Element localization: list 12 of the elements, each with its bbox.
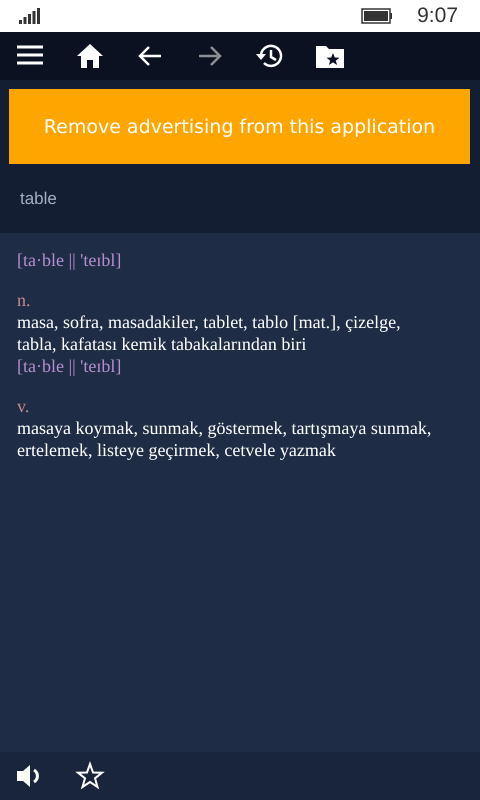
definition-text: masa, sofra, masadakiler, tablet, tablo [mat.], çizelge, tabla, kafatası kemik tabakalarından biri [17, 311, 402, 355]
star-icon[interactable] [75, 761, 105, 791]
pronunciation-text: [ta·ble || 'teɪbl] [17, 355, 122, 377]
search-field[interactable]: table [20, 188, 220, 208]
clock-time: 9:07 [417, 4, 458, 28]
part-of-speech-label: v. [17, 395, 30, 417]
home-icon[interactable] [75, 41, 105, 71]
pronunciation-text: [ta·ble || 'teɪbl] [17, 249, 122, 271]
signal-icon [19, 8, 41, 24]
part-of-speech-label: n. [17, 289, 32, 311]
battery-icon [361, 8, 394, 24]
definition-text: masaya koymak, sunmak, göstermek, tartışmaya sunmak, ertelemek, listeye geçirmek, cetvele yazmak [17, 417, 432, 461]
